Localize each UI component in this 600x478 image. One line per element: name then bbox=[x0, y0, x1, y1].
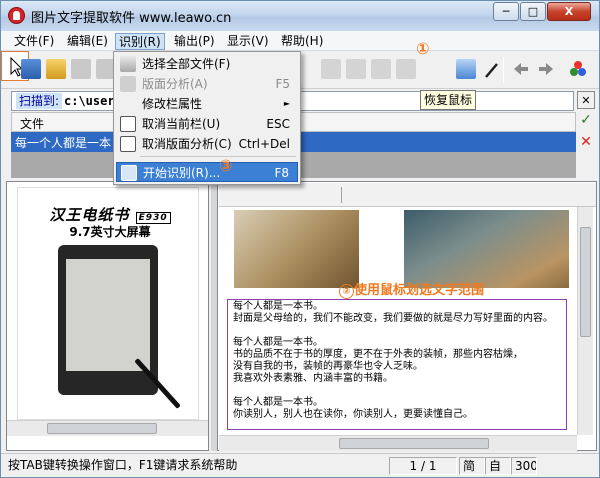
menu-file[interactable]: 文件(F) bbox=[11, 33, 57, 50]
ad-title: 汉王电纸书 E930 bbox=[30, 204, 190, 225]
horizontal-scrollbar[interactable] bbox=[219, 435, 577, 451]
window-title: 图片文字提取软件 www.leawo.cn bbox=[31, 11, 232, 26]
ad-subtitle: 9.7英寸大屏幕 bbox=[69, 225, 151, 239]
annotation-number: ② bbox=[339, 284, 354, 299]
pen-icon[interactable] bbox=[481, 59, 501, 79]
menu-edit[interactable]: 编辑(E) bbox=[64, 33, 111, 50]
menu-view[interactable]: 显示(V) bbox=[224, 33, 272, 50]
side-toolbar: ✕ ✓ ✕ bbox=[575, 89, 599, 179]
table-icon[interactable] bbox=[346, 59, 366, 79]
maximize-button[interactable]: □ bbox=[520, 2, 546, 21]
file-column-header[interactable]: 文件 bbox=[20, 115, 44, 132]
scrollbar-thumb[interactable] bbox=[339, 438, 489, 449]
color-palette-icon[interactable] bbox=[568, 59, 588, 79]
menu-item-column-properties[interactable]: 修改栏属性 ► bbox=[116, 94, 298, 114]
menu-item-layout-analysis[interactable]: 版面分析(A) F5 bbox=[116, 74, 298, 94]
select-region-icon[interactable] bbox=[456, 59, 476, 79]
open-folder-icon[interactable] bbox=[46, 59, 66, 79]
scrollbar-thumb[interactable] bbox=[580, 227, 591, 337]
document-pane[interactable]: ② 使用鼠标划选文字范围 每个人都是一本书。 封面是父母给的，我们不能改变，我们要… bbox=[217, 181, 597, 451]
layout-analysis-icon bbox=[120, 76, 136, 92]
status-mode-simplified: 简体 bbox=[459, 457, 485, 475]
document-text: 每个人都是一本书。 封面是父母给的，我们不能改变，我们要做的就是尽力写好里面的内… bbox=[233, 301, 553, 420]
delete-region-icon[interactable] bbox=[396, 59, 416, 79]
annotation-step-3: ③ bbox=[219, 156, 233, 175]
submenu-arrow-icon: ► bbox=[283, 99, 290, 108]
ereader-screen bbox=[66, 259, 150, 371]
header-divider bbox=[341, 187, 342, 203]
scan-to-label[interactable]: 扫描到: bbox=[16, 93, 63, 109]
scan-icon[interactable] bbox=[21, 59, 41, 79]
menu-output[interactable]: 输出(P) bbox=[171, 33, 218, 50]
recognize-menu: 选择全部文件(F) 版面分析(A) F5 修改栏属性 ► 取消当前栏(U) ES… bbox=[113, 51, 301, 185]
forward-arrow-icon[interactable] bbox=[536, 59, 556, 79]
menu-help[interactable]: 帮助(H) bbox=[278, 33, 326, 50]
open-book-photo bbox=[404, 210, 569, 288]
delete-icon[interactable]: ✕ bbox=[577, 133, 595, 151]
menu-recognize[interactable]: 识别(R) bbox=[115, 33, 165, 50]
erase-icon[interactable] bbox=[371, 59, 391, 79]
status-page: 1 / 1 bbox=[389, 457, 457, 475]
app-window: 图片文字提取软件 www.leawo.cn ─ □ X 文件(F) 编辑(E) … bbox=[0, 0, 600, 478]
back-arrow-icon[interactable] bbox=[511, 59, 531, 79]
status-mode-auto: 自动 bbox=[485, 457, 511, 475]
preview-image: 汉王电纸书 E930 9.7英寸大屏幕 bbox=[17, 187, 199, 420]
select-all-icon bbox=[120, 56, 136, 72]
horizontal-scrollbar[interactable] bbox=[7, 420, 208, 436]
annotation-step-1: ① bbox=[416, 39, 430, 58]
file-name: 每一个人都是一本 bbox=[15, 136, 112, 150]
title-bar[interactable]: 图片文字提取软件 www.leawo.cn ─ □ X bbox=[1, 1, 599, 31]
column-icon[interactable] bbox=[321, 59, 341, 79]
annotation-text: 使用鼠标划选文字范围 bbox=[354, 283, 485, 298]
cancel-column-icon bbox=[120, 116, 136, 132]
menu-item-cancel-layout-analysis[interactable]: 取消版面分析(C) Ctrl+Del bbox=[116, 134, 298, 154]
vertical-scrollbar[interactable] bbox=[577, 207, 593, 435]
menu-item-cancel-current-column[interactable]: 取消当前栏(U) ESC bbox=[116, 114, 298, 134]
tooltip: 恢复鼠标 bbox=[420, 90, 476, 110]
toolbar-separator bbox=[301, 57, 302, 83]
page-icon[interactable] bbox=[71, 59, 91, 79]
menu-separator bbox=[140, 156, 296, 157]
ereader-device bbox=[58, 245, 158, 395]
minimize-button[interactable]: ─ bbox=[493, 2, 519, 21]
status-dpi: 300 bbox=[511, 457, 537, 475]
status-bar: 按TAB键转换操作窗口，F1键请求系统帮助 1 / 1 简体 自动 300 bbox=[1, 453, 599, 477]
status-hint: 按TAB键转换操作窗口，F1键请求系统帮助 bbox=[8, 458, 238, 472]
app-logo-icon bbox=[8, 7, 25, 24]
start-recognition-icon bbox=[121, 165, 137, 181]
ad-title-text: 汉王电纸书 bbox=[49, 206, 130, 224]
scrollbar-thumb[interactable] bbox=[47, 423, 157, 434]
image-preview-pane[interactable]: 汉王电纸书 E930 9.7英寸大屏幕 bbox=[6, 181, 209, 451]
cancel-layout-icon bbox=[120, 136, 136, 152]
annotation-step-2: ② 使用鼠标划选文字范围 bbox=[339, 279, 484, 299]
close-icon[interactable]: ✕ bbox=[577, 91, 595, 109]
close-button[interactable]: X bbox=[547, 2, 591, 21]
menu-item-select-all-files[interactable]: 选择全部文件(F) bbox=[116, 54, 298, 74]
menu-bar: 文件(F) 编辑(E) 识别(R) 输出(P) 显示(V) 帮助(H) bbox=[1, 31, 599, 51]
toolbar-separator bbox=[503, 57, 504, 83]
menu-item-start-recognition[interactable]: 开始识别(R)... F8 bbox=[116, 162, 298, 182]
books-photo bbox=[234, 210, 359, 288]
document-header bbox=[219, 183, 596, 207]
check-icon[interactable]: ✓ bbox=[577, 111, 595, 129]
